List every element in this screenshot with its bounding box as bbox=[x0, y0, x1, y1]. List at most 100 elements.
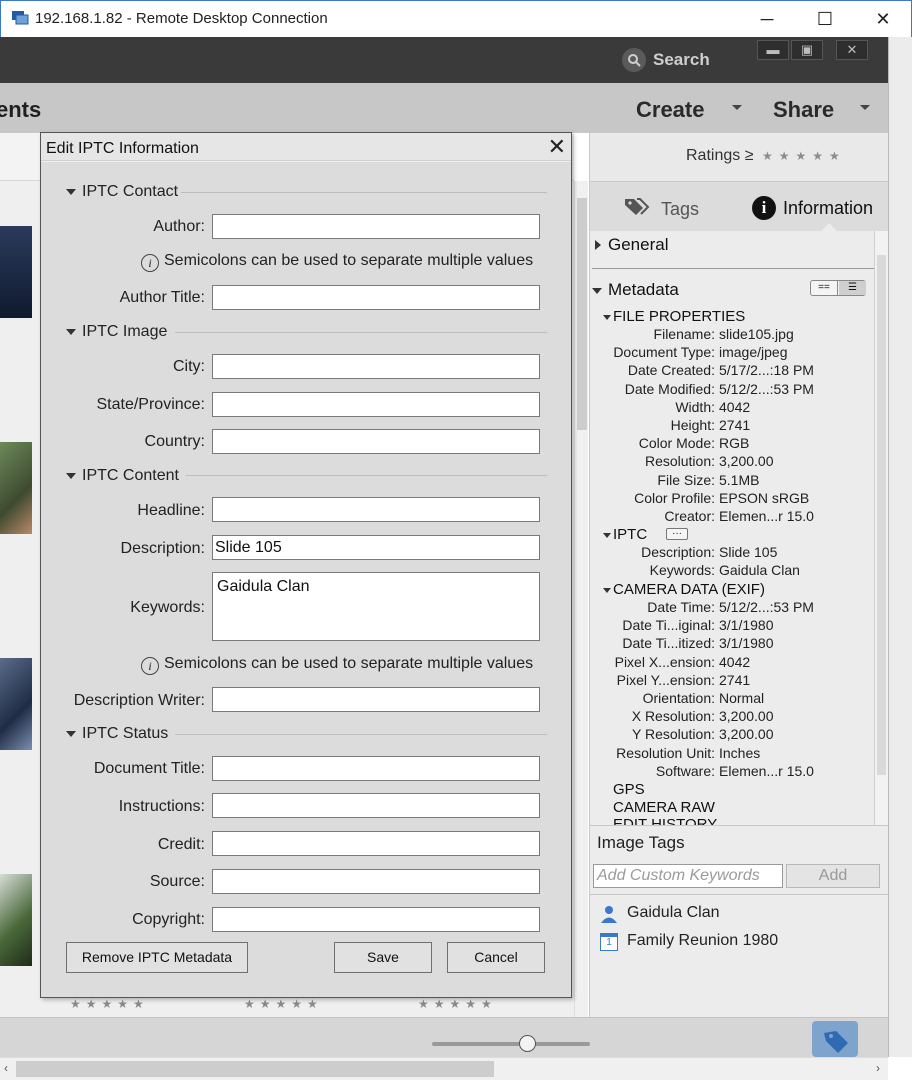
group-label: IPTC Contact bbox=[82, 183, 179, 200]
horizontal-scroll-thumb[interactable] bbox=[16, 1061, 494, 1077]
document-title-field[interactable] bbox=[212, 756, 540, 781]
window-title: 192.168.1.82 - Remote Desktop Connection bbox=[35, 10, 328, 27]
share-caret-icon[interactable] bbox=[860, 105, 870, 110]
metadata-value: 2741 bbox=[719, 417, 751, 433]
app-restore-button[interactable]: ▣ bbox=[791, 40, 823, 60]
headline-field[interactable] bbox=[212, 497, 540, 522]
iptc-contact-group[interactable]: IPTC Contact bbox=[66, 183, 178, 201]
photo-thumbnail[interactable] bbox=[0, 442, 32, 534]
gps-group[interactable]: GPS bbox=[613, 781, 645, 798]
create-button[interactable]: Create bbox=[636, 97, 704, 123]
source-field[interactable] bbox=[212, 869, 540, 894]
metadata-row: File Size: 5.1MB bbox=[590, 472, 874, 489]
city-field[interactable] bbox=[212, 354, 540, 379]
city-label: City: bbox=[173, 358, 205, 375]
metadata-value: 3/1/1980 bbox=[719, 635, 774, 652]
tab-tags-label: Tags bbox=[661, 199, 700, 219]
author-field[interactable] bbox=[212, 214, 540, 239]
edit-iptc-button[interactable]: ··· bbox=[666, 528, 688, 540]
grid-scrollbar[interactable] bbox=[574, 181, 588, 1017]
remove-iptc-button[interactable]: Remove IPTC Metadata bbox=[66, 942, 248, 973]
tab-information-label: Information bbox=[783, 198, 874, 218]
metadata-value: Elemen...r 15.0 bbox=[719, 508, 814, 524]
search-button[interactable]: Search bbox=[622, 47, 742, 73]
share-button[interactable]: Share bbox=[773, 97, 834, 123]
description-writer-field[interactable] bbox=[212, 687, 540, 712]
metadata-value: Gaidula Clan bbox=[719, 562, 800, 579]
metadata-view-toggle[interactable]: == ☰ bbox=[810, 280, 866, 296]
group-divider bbox=[181, 192, 547, 193]
general-section[interactable]: General bbox=[595, 235, 668, 255]
metadata-row: Creator: Elemen...r 15.0 bbox=[590, 508, 874, 525]
rating-stars[interactable]: ★★★★★ bbox=[244, 997, 323, 1011]
iptc-content-group[interactable]: IPTC Content bbox=[66, 467, 179, 485]
search-icon bbox=[622, 48, 646, 72]
rating-stars[interactable]: ★★★★★ bbox=[70, 997, 149, 1011]
zoom-slider-track[interactable] bbox=[432, 1042, 590, 1046]
metadata-key: Date Ti...iginal: bbox=[622, 617, 715, 634]
tag-panel-button[interactable] bbox=[812, 1021, 858, 1057]
remote-desktop-icon bbox=[12, 11, 29, 25]
camera-data-group[interactable]: CAMERA DATA (EXIF) bbox=[603, 581, 765, 598]
metadata-value: Elemen...r 15.0 bbox=[719, 762, 814, 779]
camera-raw-group[interactable]: CAMERA RAW bbox=[613, 799, 715, 816]
metadata-row: Date Ti...itized: 3/1/1980 bbox=[590, 635, 874, 652]
dialog-close-button[interactable]: ✕ bbox=[548, 134, 566, 160]
copyright-field[interactable] bbox=[212, 907, 540, 932]
ratings-stars[interactable]: ★★★★★ bbox=[762, 149, 846, 163]
country-field[interactable] bbox=[212, 429, 540, 454]
close-window-button[interactable]: ✕ bbox=[854, 1, 912, 37]
scroll-right-icon[interactable]: › bbox=[876, 1061, 880, 1075]
right-edge bbox=[888, 37, 912, 1057]
source-label: Source: bbox=[149, 873, 205, 890]
save-button[interactable]: Save bbox=[334, 942, 432, 973]
edit-history-group[interactable]: EDIT HISTORY bbox=[613, 817, 813, 825]
zoom-slider-handle[interactable] bbox=[519, 1035, 536, 1052]
instructions-field[interactable] bbox=[212, 793, 540, 818]
photo-thumbnail[interactable] bbox=[0, 226, 32, 318]
cancel-button[interactable]: Cancel bbox=[447, 942, 545, 973]
iptc-image-group[interactable]: IPTC Image bbox=[66, 323, 167, 341]
description-label: Description: bbox=[120, 540, 205, 557]
app-minimize-button[interactable]: ▬ bbox=[757, 40, 789, 60]
app-close-button[interactable]: ✕ bbox=[836, 40, 868, 60]
metadata-section[interactable]: Metadata bbox=[592, 280, 679, 300]
iptc-status-group[interactable]: IPTC Status bbox=[66, 725, 168, 743]
person-icon bbox=[601, 906, 617, 923]
metadata-key: Resolution: bbox=[644, 453, 715, 470]
custom-keyword-input[interactable]: Add Custom Keywords bbox=[593, 864, 783, 888]
metadata-key: Color Profile: bbox=[634, 489, 715, 506]
rating-stars[interactable]: ★★★★★ bbox=[418, 997, 497, 1011]
author-title-field[interactable] bbox=[212, 285, 540, 310]
full-view-button[interactable]: ☰ bbox=[839, 281, 866, 295]
description-field[interactable]: Slide 105 bbox=[212, 535, 540, 560]
info-scrollbar[interactable] bbox=[874, 231, 888, 825]
scroll-left-icon[interactable]: ‹ bbox=[4, 1061, 8, 1075]
ratings-filter[interactable]: Ratings ≥ ★★★★★ bbox=[686, 147, 846, 165]
group-label: IPTC Content bbox=[82, 467, 179, 484]
metadata-key: Date Ti...itized: bbox=[622, 635, 715, 652]
state-label: State/Province: bbox=[96, 396, 206, 413]
keywords-textarea[interactable]: Gaidula Clan bbox=[212, 572, 540, 641]
metadata-row: Height: 2741 bbox=[590, 417, 874, 434]
credit-field[interactable] bbox=[212, 831, 540, 856]
hint-label: Semicolons can be used to separate multi… bbox=[164, 252, 534, 269]
iptc-group[interactable]: IPTC bbox=[603, 526, 647, 543]
photo-thumbnail[interactable] bbox=[0, 874, 32, 966]
metadata-value: slide105.jpg bbox=[719, 326, 794, 342]
info-scroll-thumb[interactable] bbox=[877, 255, 886, 775]
maximize-button[interactable]: ☐ bbox=[796, 1, 854, 37]
file-properties-group[interactable]: FILE PROPERTIES bbox=[603, 308, 745, 325]
add-keyword-button[interactable]: Add bbox=[786, 864, 880, 888]
photo-thumbnail[interactable] bbox=[0, 658, 32, 750]
hint-label: Semicolons can be used to separate multi… bbox=[164, 655, 534, 672]
metadata-row: Filename: slide105.jpg bbox=[590, 326, 874, 343]
brief-view-button[interactable]: == bbox=[811, 281, 838, 295]
state-field[interactable] bbox=[212, 392, 540, 417]
horizontal-scrollbar[interactable]: ‹ › bbox=[0, 1057, 888, 1080]
minimize-button[interactable]: ─ bbox=[738, 1, 796, 37]
description-writer-label: Description Writer: bbox=[73, 692, 205, 709]
collapse-icon bbox=[603, 587, 611, 593]
create-caret-icon[interactable] bbox=[732, 105, 742, 110]
grid-scroll-thumb[interactable] bbox=[577, 198, 587, 430]
